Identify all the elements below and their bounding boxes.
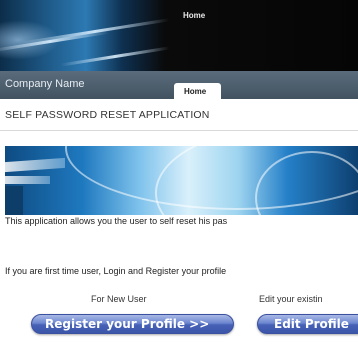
instruction-text: If you are first time user, Login and Re… [5,266,227,276]
header-streak [60,46,170,67]
divider [0,130,358,131]
header-home-link[interactable]: Home [183,11,205,20]
intro-text: This application allows you the user to … [5,216,228,226]
edit-profile-button[interactable]: Edit Profile [257,314,358,334]
banner-shape [5,186,23,215]
company-name: Company Name [5,78,85,90]
existing-user-label: Edit your existin [259,294,323,304]
banner-shape [5,157,65,173]
header-banner: Home [0,0,358,71]
tab-home-label: Home [184,87,207,96]
hero-banner-image [5,146,358,215]
new-user-label: For New User [91,294,147,304]
tab-home[interactable]: Home [174,83,221,99]
register-profile-button[interactable]: Register your Profile >> [31,314,234,334]
banner-shape [5,176,50,184]
page-title: SELF PASSWORD RESET APPLICATION [5,109,210,121]
